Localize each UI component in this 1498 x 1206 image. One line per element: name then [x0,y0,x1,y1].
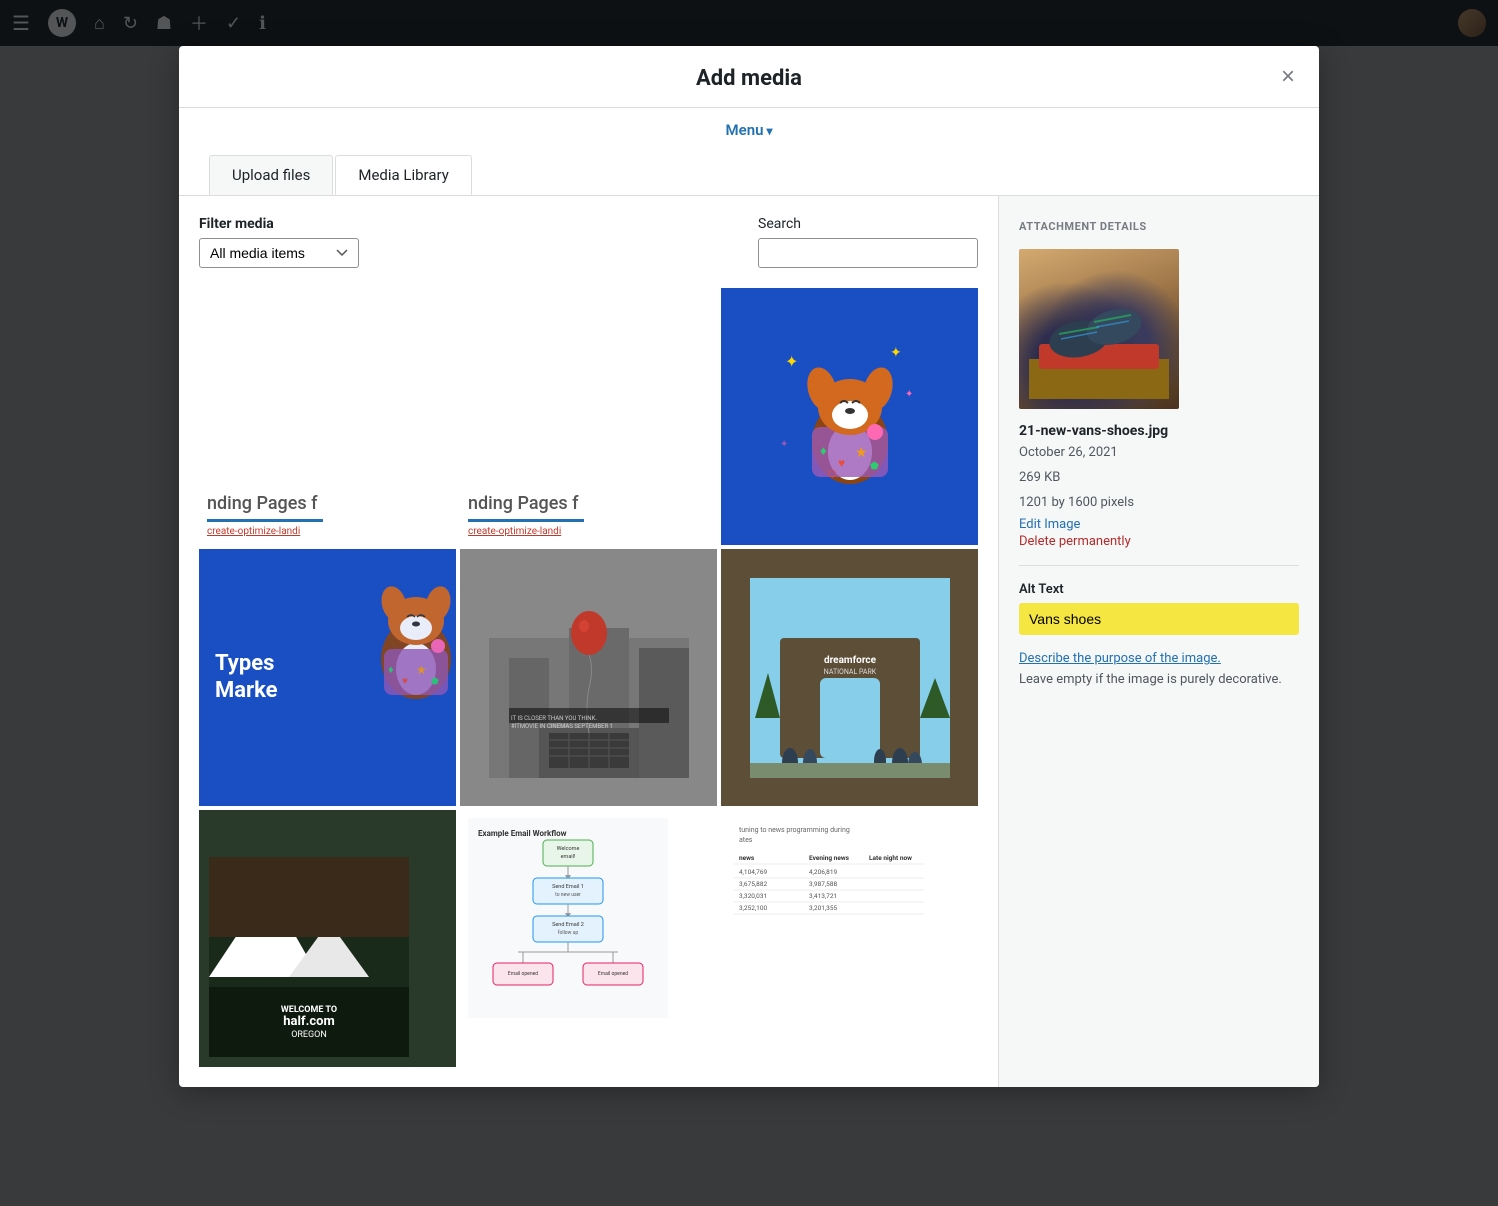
svg-text:♥: ♥ [402,676,408,687]
filter-media-label: Filter media [199,216,359,232]
svg-text:✦: ✦ [780,439,788,450]
describe-purpose-link[interactable]: Describe the purpose of the image. [1019,651,1221,666]
svg-text:follow up: follow up [558,929,579,936]
filter-select[interactable]: All media itemsImagesVideoAudioDocuments [199,238,359,268]
svg-text:Email opened: Email opened [508,971,538,977]
svg-text:Evening news: Evening news [809,854,850,862]
svg-text:Welcome: Welcome [557,846,580,852]
attachment-dimensions: 1201 by 1600 pixels [1019,493,1299,514]
svg-text:⬟: ⬟ [870,461,879,472]
svg-text:★: ★ [855,445,868,461]
alt-text-label: Alt Text [1019,582,1299,597]
attachment-divider [1019,565,1299,566]
svg-text:Send Email 1: Send Email 1 [552,884,584,890]
search-label: Search [758,216,978,232]
tab-media-library[interactable]: Media Library [335,155,471,195]
svg-text:3,987,588: 3,987,588 [809,880,837,888]
media-grid: nding Pages f create-optimize-landi ndin… [199,288,978,1067]
svg-text:⬟: ⬟ [431,677,439,687]
svg-text:3,252,100: 3,252,100 [739,904,767,912]
media-item[interactable]: nding Pages f create-optimize-landi [460,288,717,545]
svg-text:♦: ♦ [388,663,394,676]
describe-note: Leave empty if the image is purely decor… [1019,670,1299,690]
attachment-details-title: ATTACHMENT DETAILS [1019,220,1299,233]
attachment-filename: 21-new-vans-shoes.jpg [1019,423,1299,439]
svg-text:3,320,031: 3,320,031 [739,892,767,900]
modal-header: Add media × [179,46,1319,108]
modal-body: Filter media All media itemsImagesVideoA… [179,195,1319,1087]
modal-tabs: Upload files Media Library [179,139,1319,195]
media-item[interactable]: nding Pages f create-optimize-landi [199,288,456,545]
tab-upload-files[interactable]: Upload files [209,155,333,195]
filter-group: Filter media All media itemsImagesVideoA… [199,216,359,268]
svg-text:NATIONAL PARK: NATIONAL PARK [823,668,876,676]
svg-text:Email opened: Email opened [598,971,628,977]
attachment-filesize: 269 KB [1019,468,1299,489]
svg-text:Late night now: Late night now [869,854,912,862]
svg-text:to new user: to new user [555,892,581,898]
svg-text:4,104,769: 4,104,769 [739,868,767,876]
alt-text-input[interactable] [1019,603,1299,635]
media-item[interactable]: ✦ ✦ ✦ ✦ [721,288,978,545]
svg-text:✦: ✦ [890,345,902,361]
modal-overlay: Add media × Menu Upload files Media Libr… [0,0,1498,1206]
svg-text:IT IS CLOSER THAN YOU THINK.: IT IS CLOSER THAN YOU THINK. [511,715,597,722]
svg-text:✦: ✦ [905,389,913,400]
menu-link[interactable]: Menu [726,121,773,139]
svg-text:news: news [739,854,755,862]
svg-text:♥: ♥ [838,456,845,470]
svg-text:ates: ates [739,836,753,844]
media-item[interactable]: IT IS CLOSER THAN YOU THINK. #ITMOVIE IN… [460,549,717,806]
modal-title: Add media [696,66,802,91]
search-group: Search [758,216,978,268]
svg-text:Send Email 2: Send Email 2 [552,922,584,928]
svg-text:Example Email Workflow: Example Email Workflow [478,829,567,838]
filter-row: Filter media All media itemsImagesVideoA… [199,216,978,268]
svg-text:⬡: ⬡ [828,469,837,480]
svg-text:email!: email! [561,854,576,860]
svg-text:3,413,721: 3,413,721 [809,892,837,900]
svg-text:✦: ✦ [785,352,798,371]
attachment-date: October 26, 2021 [1019,443,1299,464]
attachment-details-panel: ATTACHMENT DETAILS [999,196,1319,1087]
delete-permanently-link[interactable]: Delete permanently [1019,534,1299,549]
media-item[interactable]: WELCOME TO half.com OREGON [199,810,456,1067]
media-item[interactable]: dreamforce NATIONAL PARK [721,549,978,806]
svg-text:★: ★ [416,663,427,677]
media-item[interactable]: Example Email Workflow Welcome email! [460,810,717,1067]
svg-text:♦: ♦ [820,444,827,459]
svg-text:3,675,882: 3,675,882 [739,880,767,888]
media-item[interactable]: ♦ ♥ ★ ⬟ [199,549,456,806]
svg-text:#ITMOVIE IN CINEMAS SEPTEMBER: #ITMOVIE IN CINEMAS SEPTEMBER 1 [511,723,613,730]
media-item[interactable]: tuning to news programming during ates n… [721,810,978,1067]
attachment-thumbnail [1019,249,1179,409]
svg-text:dreamforce: dreamforce [823,655,876,666]
media-library-panel: Filter media All media itemsImagesVideoA… [179,196,999,1087]
modal-menu-bar: Menu [179,108,1319,139]
search-input[interactable] [758,238,978,268]
add-media-modal: Add media × Menu Upload files Media Libr… [179,46,1319,1087]
svg-text:half.com: half.com [283,1014,334,1029]
svg-text:tuning to news programming dur: tuning to news programming during [739,826,850,834]
svg-text:4,206,819: 4,206,819 [809,868,837,876]
close-button[interactable]: × [1273,61,1303,93]
svg-text:3,201,355: 3,201,355 [809,904,837,912]
edit-image-link[interactable]: Edit Image [1019,517,1299,532]
svg-text:OREGON: OREGON [291,1030,327,1040]
